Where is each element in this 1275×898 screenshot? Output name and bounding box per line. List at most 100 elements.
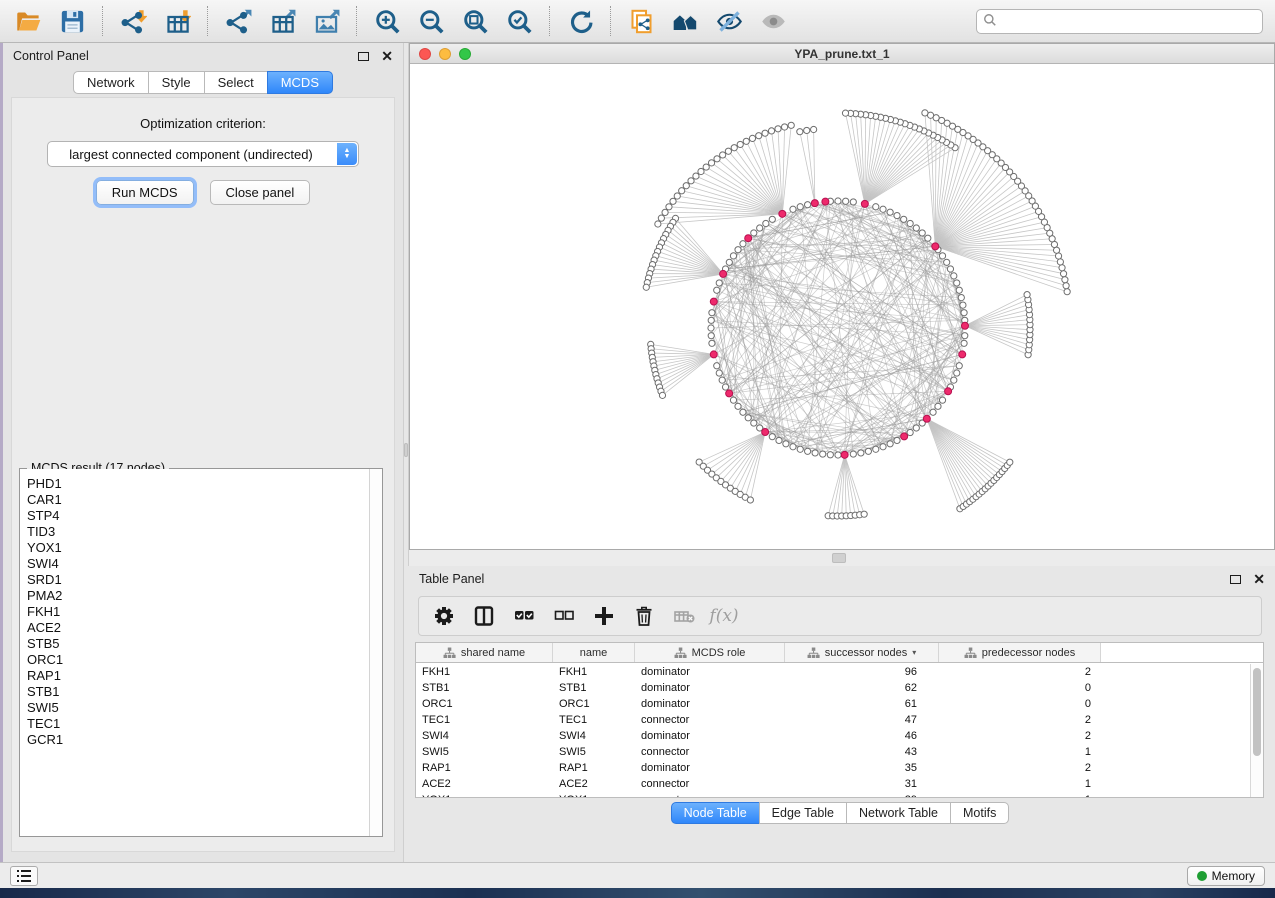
float-panel-icon[interactable] <box>1230 575 1241 584</box>
import-network-button[interactable] <box>113 4 153 38</box>
column-header-successor-nodes[interactable]: successor nodes▾ <box>785 643 939 662</box>
table-row[interactable]: RAP1 RAP1 dominator 35 2 <box>416 760 1250 776</box>
mcds-result-item[interactable]: TID3 <box>27 524 382 540</box>
zoom-out-button[interactable] <box>411 4 451 38</box>
minimize-window-icon[interactable] <box>439 48 451 60</box>
zoom-selected-button[interactable] <box>499 4 539 38</box>
export-network-icon <box>225 8 252 35</box>
tab-edge-table[interactable]: Edge Table <box>759 802 847 824</box>
mcds-result-item[interactable]: PHD1 <box>27 476 382 492</box>
open-session-button[interactable] <box>8 4 48 38</box>
tree-icon <box>674 647 687 659</box>
delete-table-button[interactable] <box>669 601 699 631</box>
gear-icon <box>432 604 456 628</box>
toolbar-separator <box>549 6 550 36</box>
zoom-fit-button[interactable] <box>455 4 495 38</box>
zoom-fit-icon <box>462 8 489 35</box>
import-table-button[interactable] <box>157 4 197 38</box>
splitter-grip[interactable] <box>404 443 408 457</box>
table-panel-title: Table Panel <box>419 572 1230 586</box>
network-from-selection-button[interactable] <box>621 4 661 38</box>
tab-network[interactable]: Network <box>73 71 149 94</box>
open-session-icon <box>15 8 42 35</box>
control-panel-title: Control Panel <box>13 49 358 63</box>
first-neighbors-button[interactable] <box>665 4 705 38</box>
table-row[interactable]: SWI5 SWI5 connector 43 1 <box>416 744 1250 760</box>
mcds-result-item[interactable]: ACE2 <box>27 620 382 636</box>
tree-icon <box>964 647 977 659</box>
table-row[interactable]: YOX1 YOX1 connector 29 1 <box>416 792 1250 798</box>
criterion-dropdown[interactable]: largest connected component (undirected)… <box>47 141 359 167</box>
horizontal-splitter[interactable] <box>409 550 1275 566</box>
function-builder-button[interactable]: f(x) <box>709 601 739 631</box>
mcds-result-item[interactable]: STP4 <box>27 508 382 524</box>
table-row[interactable]: SWI4 SWI4 dominator 46 2 <box>416 728 1250 744</box>
mcds-result-item[interactable]: SRD1 <box>27 572 382 588</box>
export-network-button[interactable] <box>218 4 258 38</box>
tab-mcds[interactable]: MCDS <box>267 71 333 94</box>
close-panel-icon[interactable]: ✕ <box>381 49 393 63</box>
column-header-name[interactable]: name <box>553 643 635 662</box>
select-all-icon <box>512 604 536 628</box>
column-header-MCDS-role[interactable]: MCDS role <box>635 643 785 662</box>
mcds-result-item[interactable]: SWI4 <box>27 556 382 572</box>
table-row[interactable]: STB1 STB1 dominator 62 0 <box>416 680 1250 696</box>
task-history-button[interactable] <box>10 866 38 886</box>
tab-node-table[interactable]: Node Table <box>671 802 760 824</box>
gear-button[interactable] <box>429 601 459 631</box>
tab-select[interactable]: Select <box>204 71 268 94</box>
network-from-selection-icon <box>628 8 655 35</box>
table-row[interactable]: TEC1 TEC1 connector 47 2 <box>416 712 1250 728</box>
export-table-button[interactable] <box>262 4 302 38</box>
mcds-result-item[interactable]: STB5 <box>27 636 382 652</box>
save-session-button[interactable] <box>52 4 92 38</box>
close-panel-icon[interactable]: ✕ <box>1253 572 1265 586</box>
column-header-shared-name[interactable]: shared name <box>416 643 553 662</box>
mcds-result-item[interactable]: RAP1 <box>27 668 382 684</box>
header-filler <box>1101 643 1263 662</box>
network-canvas-svg <box>410 65 1274 551</box>
tab-style[interactable]: Style <box>148 71 205 94</box>
network-window-titlebar[interactable]: YPA_prune.txt_1 <box>410 44 1274 64</box>
scrollbar-thumb[interactable] <box>1253 668 1261 756</box>
memory-button[interactable]: Memory <box>1187 866 1265 886</box>
mcds-result-item[interactable]: YOX1 <box>27 540 382 556</box>
show-all-button[interactable] <box>753 4 793 38</box>
split-columns-button[interactable] <box>469 601 499 631</box>
mcds-result-item[interactable]: SWI5 <box>27 700 382 716</box>
mcds-result-item[interactable]: ORC1 <box>27 652 382 668</box>
network-canvas[interactable] <box>410 65 1274 549</box>
refresh-view-button[interactable] <box>560 4 600 38</box>
mcds-result-item[interactable]: GCR1 <box>27 732 382 748</box>
mcds-result-item[interactable]: PMA2 <box>27 588 382 604</box>
maximize-window-icon[interactable] <box>459 48 471 60</box>
table-scrollbar[interactable] <box>1250 664 1263 797</box>
table-row[interactable]: ORC1 ORC1 dominator 61 0 <box>416 696 1250 712</box>
mcds-result-item[interactable]: TEC1 <box>27 716 382 732</box>
optimization-criterion-label: Optimization criterion: <box>12 116 394 131</box>
run-mcds-button[interactable]: Run MCDS <box>96 180 194 205</box>
select-all-button[interactable] <box>509 601 539 631</box>
close-window-icon[interactable] <box>419 48 431 60</box>
hide-selected-button[interactable] <box>709 4 749 38</box>
column-header-predecessor-nodes[interactable]: predecessor nodes <box>939 643 1101 662</box>
tab-motifs[interactable]: Motifs <box>950 802 1009 824</box>
mcds-list-scrollbar[interactable] <box>369 469 382 836</box>
tab-network-table[interactable]: Network Table <box>846 802 951 824</box>
delete-column-button[interactable] <box>629 601 659 631</box>
table-row[interactable]: FKH1 FKH1 dominator 96 2 <box>416 664 1250 680</box>
save-session-icon <box>59 8 86 35</box>
mcds-result-item[interactable]: CAR1 <box>27 492 382 508</box>
mcds-result-list[interactable]: PHD1CAR1STP4TID3YOX1SWI4SRD1PMA2FKH1ACE2… <box>20 469 382 836</box>
add-column-button[interactable] <box>589 601 619 631</box>
close-panel-button[interactable]: Close panel <box>210 180 311 205</box>
mcds-result-item[interactable]: FKH1 <box>27 604 382 620</box>
zoom-in-button[interactable] <box>367 4 407 38</box>
deselect-all-button[interactable] <box>549 601 579 631</box>
float-panel-icon[interactable] <box>358 52 369 61</box>
splitter-grip[interactable] <box>832 553 846 563</box>
table-row[interactable]: ACE2 ACE2 connector 31 1 <box>416 776 1250 792</box>
export-image-button[interactable] <box>306 4 346 38</box>
mcds-result-item[interactable]: STB1 <box>27 684 382 700</box>
search-input[interactable] <box>976 9 1263 34</box>
